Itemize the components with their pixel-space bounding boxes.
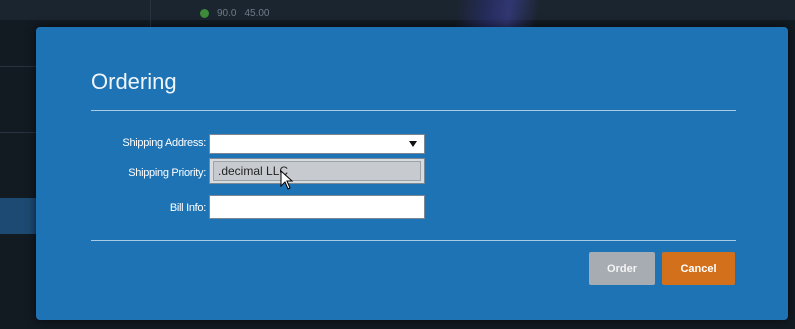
background-status: 90.0 45.00 (200, 8, 270, 19)
shipping-address-label: Shipping Address: (122, 137, 206, 149)
order-button[interactable]: Order (589, 252, 655, 285)
cancel-button[interactable]: Cancel (662, 252, 735, 285)
bill-info-input[interactable] (209, 195, 425, 219)
status-value-1: 90.0 (217, 8, 237, 19)
background-gridline (150, 0, 151, 27)
mouse-pointer-icon (280, 170, 294, 190)
chevron-down-icon[interactable] (409, 141, 417, 147)
shipping-address-dropdown: .decimal LLC (209, 158, 425, 184)
dialog-title: Ordering (91, 69, 177, 94)
bill-info-label: Bill Info: (169, 202, 206, 214)
status-value-2: 45.00 (244, 8, 270, 19)
background-gridline (0, 132, 36, 133)
status-dot-icon (200, 9, 209, 18)
title-divider (91, 110, 736, 111)
shipping-address-select[interactable] (209, 134, 425, 154)
dropdown-option-decimal-llc[interactable]: .decimal LLC (213, 161, 421, 181)
background-gridline (0, 66, 36, 67)
background-selected-row (0, 198, 36, 234)
footer-divider (91, 240, 736, 241)
ordering-dialog: Ordering Shipping Address: Shipping Prio… (36, 27, 788, 320)
background-toolbar (0, 0, 795, 20)
shipping-priority-label: Shipping Priority: (128, 167, 206, 179)
